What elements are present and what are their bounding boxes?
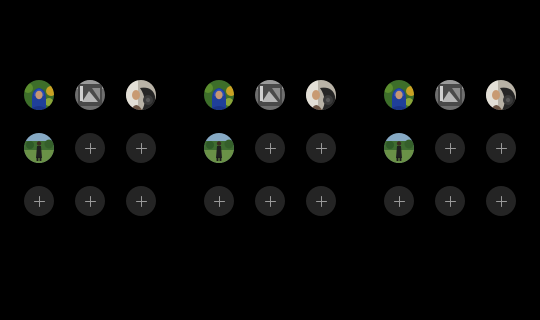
plus-icon — [135, 142, 147, 154]
add-avatar-button[interactable] — [306, 186, 336, 216]
avatar-photo-3[interactable] — [306, 80, 336, 110]
profile-photo-woman-blue-hijab-icon — [204, 80, 234, 110]
avatar-grid-panel-3 — [360, 0, 540, 320]
add-avatar-button[interactable] — [435, 186, 465, 216]
avatar-photo-1[interactable] — [24, 80, 54, 110]
profile-photo-grey-abstract-icon — [435, 80, 465, 110]
add-avatar-button[interactable] — [75, 186, 105, 216]
plus-icon — [264, 195, 276, 207]
profile-photo-person-outdoors-icon — [384, 133, 414, 163]
add-avatar-button[interactable] — [24, 186, 54, 216]
add-avatar-button[interactable] — [486, 133, 516, 163]
avatar-photo-4[interactable] — [24, 133, 54, 163]
add-avatar-button[interactable] — [75, 133, 105, 163]
plus-icon — [264, 142, 276, 154]
avatar-photo-2[interactable] — [435, 80, 465, 110]
avatar-picker-screen — [0, 0, 540, 320]
plus-icon — [393, 195, 405, 207]
avatar-photo-2[interactable] — [75, 80, 105, 110]
avatar-grid-panel-1 — [0, 0, 180, 320]
plus-icon — [315, 195, 327, 207]
plus-icon — [135, 195, 147, 207]
plus-icon — [315, 142, 327, 154]
profile-photo-person-outdoors-icon — [24, 133, 54, 163]
avatar-photo-4[interactable] — [204, 133, 234, 163]
avatar-grid-panel-2 — [180, 0, 360, 320]
profile-photo-person-in-car-icon — [126, 80, 156, 110]
avatar-photo-3[interactable] — [486, 80, 516, 110]
profile-photo-woman-blue-hijab-icon — [384, 80, 414, 110]
add-avatar-button[interactable] — [255, 133, 285, 163]
avatar-photo-1[interactable] — [204, 80, 234, 110]
add-avatar-button[interactable] — [384, 186, 414, 216]
avatar-photo-3[interactable] — [126, 80, 156, 110]
add-avatar-button[interactable] — [255, 186, 285, 216]
avatar-photo-1[interactable] — [384, 80, 414, 110]
avatar-photo-4[interactable] — [384, 133, 414, 163]
profile-photo-grey-abstract-icon — [75, 80, 105, 110]
profile-photo-person-outdoors-icon — [204, 133, 234, 163]
plus-icon — [84, 195, 96, 207]
add-avatar-button[interactable] — [486, 186, 516, 216]
add-avatar-button[interactable] — [204, 186, 234, 216]
plus-icon — [495, 195, 507, 207]
profile-photo-person-in-car-icon — [306, 80, 336, 110]
add-avatar-button[interactable] — [306, 133, 336, 163]
add-avatar-button[interactable] — [126, 186, 156, 216]
plus-icon — [33, 195, 45, 207]
avatar-photo-2[interactable] — [255, 80, 285, 110]
plus-icon — [444, 142, 456, 154]
profile-photo-person-in-car-icon — [486, 80, 516, 110]
add-avatar-button[interactable] — [126, 133, 156, 163]
profile-photo-grey-abstract-icon — [255, 80, 285, 110]
profile-photo-woman-blue-hijab-icon — [24, 80, 54, 110]
plus-icon — [495, 142, 507, 154]
plus-icon — [444, 195, 456, 207]
plus-icon — [84, 142, 96, 154]
plus-icon — [213, 195, 225, 207]
add-avatar-button[interactable] — [435, 133, 465, 163]
